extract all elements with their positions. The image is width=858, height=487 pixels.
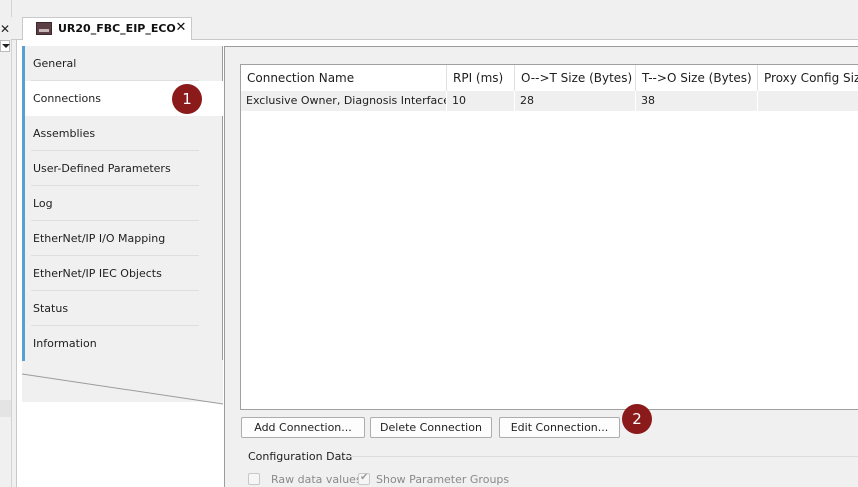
nav-item-label: User-Defined Parameters [33, 162, 171, 175]
column-header-connection-name[interactable]: Connection Name [241, 65, 447, 91]
cell-ot-size: 28 [515, 91, 636, 111]
chevron-down-icon[interactable] [0, 40, 10, 52]
nav-item-label: Log [33, 197, 53, 210]
nav-item-iec-objects[interactable]: EtherNet/IP IEC Objects [22, 256, 223, 291]
nav-item-label: Connections [33, 92, 101, 105]
group-divider [347, 456, 858, 457]
annotation-badge-2: 2 [622, 404, 652, 434]
table-header: Connection Name RPI (ms) O-->T Size (Byt… [241, 65, 858, 92]
cell-rpi: 10 [447, 91, 515, 111]
add-connection-button[interactable]: Add Connection... [241, 417, 365, 438]
nav-item-label: Information [33, 337, 97, 350]
nav-item-label: General [33, 57, 77, 70]
cell-to-size: 38 [636, 91, 758, 111]
nav-item-label: Status [33, 302, 69, 315]
nav-item-log[interactable]: Log [22, 186, 223, 221]
nav-item-label: EtherNet/IP IEC Objects [33, 267, 162, 280]
connections-table [240, 64, 858, 410]
nav-item-label: Assemblies [33, 127, 96, 140]
edit-connection-button[interactable]: Edit Connection... [499, 417, 620, 438]
column-header-to-size[interactable]: T-->O Size (Bytes) [636, 65, 758, 91]
column-header-rpi[interactable]: RPI (ms) [447, 65, 515, 91]
pane-divider [0, 400, 11, 417]
checkmark-icon: ✔ [360, 472, 369, 483]
nav-item-assemblies[interactable]: Assemblies [22, 116, 223, 151]
nav-item-user-defined-parameters[interactable]: User-Defined Parameters [22, 151, 223, 186]
configuration-data-label: Configuration Data [248, 450, 353, 463]
nav-item-status[interactable]: Status [22, 291, 223, 326]
nav-item-general[interactable]: General [22, 46, 223, 81]
show-parameter-groups-checkbox[interactable]: ✔ [358, 472, 370, 485]
nav-item-label: EtherNet/IP I/O Mapping [33, 232, 166, 245]
nav-item-information[interactable]: Information [22, 326, 223, 361]
raw-data-values-checkbox[interactable] [248, 473, 260, 485]
nav-panel-edge [22, 360, 224, 405]
table-row[interactable]: Exclusive Owner, Diagnosis Interface 10 … [241, 91, 858, 111]
document-tab[interactable]: UR20_FBC_EIP_ECO ✕ [22, 17, 192, 40]
device-icon [36, 22, 52, 35]
delete-connection-button[interactable]: Delete Connection [370, 417, 492, 438]
close-icon[interactable]: ✕ [0, 22, 10, 36]
column-header-ot-size[interactable]: O-->T Size (Bytes) [515, 65, 636, 91]
annotation-badge-1: 1 [172, 84, 202, 114]
column-header-proxy-config-size[interactable]: Proxy Config Size [758, 65, 858, 91]
cell-proxy-config-size [758, 91, 858, 111]
document-tab-label: UR20_FBC_EIP_ECO [58, 22, 176, 35]
show-parameter-groups-label: Show Parameter Groups [376, 473, 510, 486]
close-icon[interactable]: ✕ [175, 21, 187, 35]
nav-item-io-mapping[interactable]: EtherNet/IP I/O Mapping [22, 221, 223, 256]
raw-data-values-label: Raw data values [271, 473, 362, 486]
cell-connection-name: Exclusive Owner, Diagnosis Interface [241, 91, 447, 111]
